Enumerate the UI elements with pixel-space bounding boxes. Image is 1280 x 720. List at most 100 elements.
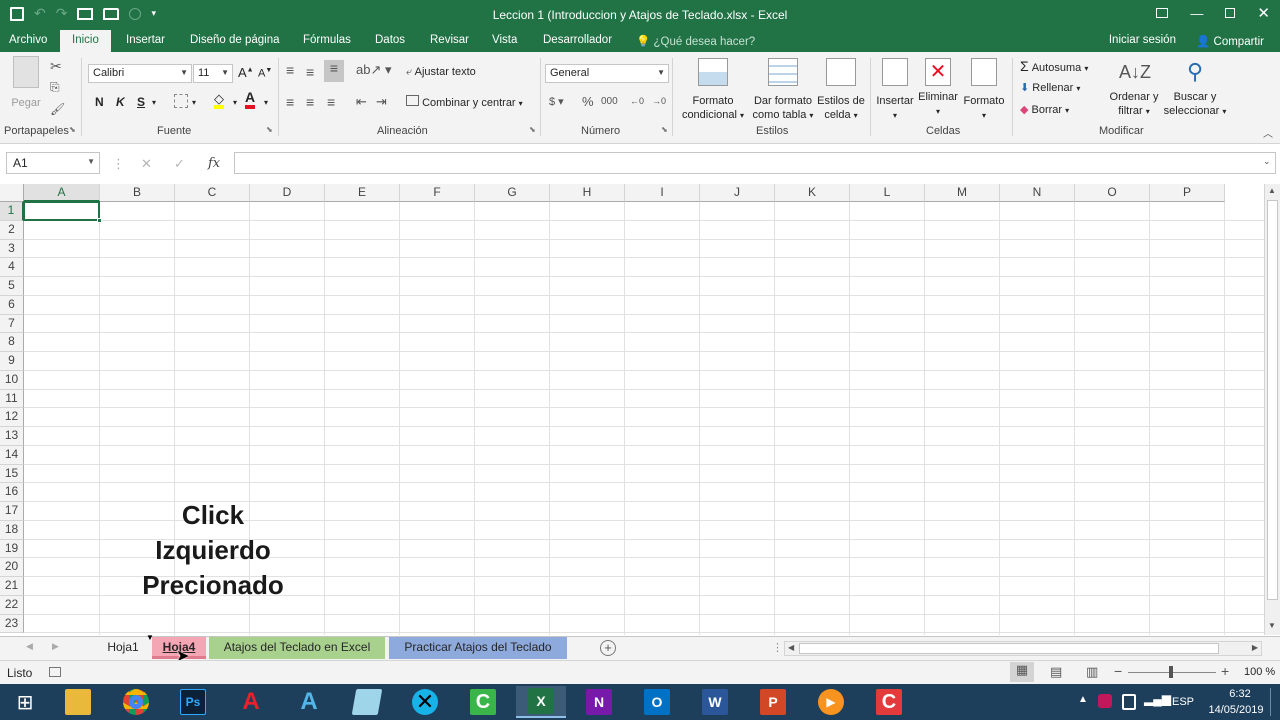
align-middle-icon[interactable]: ≡ (306, 64, 314, 80)
page-layout-view-icon[interactable]: ▤ (1050, 664, 1062, 680)
column-header-K[interactable]: K (775, 184, 850, 202)
increase-decimal-icon[interactable]: ←0 (630, 96, 644, 106)
row-header-14[interactable]: 14 (0, 445, 24, 465)
battery-icon[interactable] (1122, 694, 1136, 710)
delete-cells-button[interactable]: ✕ Eliminar ▾ (916, 58, 960, 119)
tab-formulas[interactable]: Fórmulas (303, 34, 351, 46)
vertical-scroll-thumb[interactable] (1267, 200, 1278, 600)
taskbar-chrome[interactable] (111, 686, 161, 718)
row-header-16[interactable]: 16 (0, 483, 24, 502)
column-header-H[interactable]: H (550, 184, 625, 202)
font-size-dropdown[interactable]: 11 ▼ (193, 64, 233, 83)
row-header-15[interactable]: 15 (0, 464, 24, 484)
row-header-10[interactable]: 10 (0, 370, 24, 390)
font-color-icon[interactable]: A (245, 90, 256, 109)
ribbon-display-options-icon[interactable] (1156, 8, 1169, 18)
tab-archivo[interactable]: Archivo (9, 34, 47, 46)
taskbar-kodi[interactable]: ✕ (400, 686, 450, 718)
column-header-P[interactable]: P (1150, 184, 1225, 202)
taskbar-outlook[interactable]: O (632, 686, 682, 718)
chevron-down-icon[interactable]: ▾ (192, 98, 196, 107)
fill-handle[interactable] (97, 217, 102, 223)
align-right-icon[interactable]: ≡ (327, 94, 335, 110)
sheet-tab-atajos[interactable]: Atajos del Teclado en Excel (209, 637, 385, 659)
fill-button[interactable]: ⬇ Rellenar ▾ (1020, 81, 1080, 94)
underline-button[interactable]: S (137, 95, 145, 109)
column-header-B[interactable]: B (100, 184, 175, 202)
row-header-18[interactable]: 18 (0, 520, 24, 540)
insert-function-button[interactable]: fx (208, 156, 220, 171)
macro-record-icon[interactable] (49, 667, 61, 677)
row-header-20[interactable]: 20 (0, 558, 24, 577)
scroll-left-icon[interactable]: ◀ (788, 643, 794, 652)
copy-icon[interactable]: ⎘ (50, 80, 60, 95)
scroll-down-icon[interactable]: ▼ (1268, 621, 1276, 630)
format-as-table-button[interactable]: Dar formato como tabla ▾ (748, 58, 818, 123)
zoom-in-icon[interactable]: + (1221, 663, 1229, 679)
name-box[interactable]: A1 ▼ (6, 152, 100, 174)
column-header-F[interactable]: F (400, 184, 475, 202)
chevron-down-icon[interactable]: ▾ (264, 98, 268, 107)
sheet-tab-hoja1[interactable]: Hoja1 (98, 637, 148, 659)
tray-app-icon[interactable] (1098, 694, 1112, 708)
align-center-icon[interactable]: ≡ (306, 94, 314, 110)
select-all-corner[interactable] (0, 184, 24, 202)
decrease-font-icon[interactable]: A▼ (258, 67, 272, 80)
column-header-L[interactable]: L (850, 184, 925, 202)
taskbar-excel[interactable]: X (516, 686, 566, 718)
format-cells-button[interactable]: Formato ▾ (962, 58, 1006, 123)
row-header-7[interactable]: 7 (0, 314, 24, 334)
taskbar-word[interactable]: W (690, 686, 740, 718)
sheet-tab-practicar[interactable]: Practicar Atajos del Teclado (389, 637, 567, 659)
paste-button[interactable]: Pegar (8, 56, 44, 110)
cell-styles-button[interactable]: Estilos de celda ▾ (816, 58, 866, 123)
decrease-indent-icon[interactable]: ⇤ (356, 94, 367, 110)
taskbar-camtasia[interactable]: C (458, 686, 508, 718)
italic-button[interactable]: K (116, 95, 125, 109)
row-header-13[interactable]: 13 (0, 427, 24, 446)
taskbar-camtasia-recorder[interactable]: C (864, 686, 914, 718)
action-center-icon[interactable] (1270, 688, 1273, 716)
row-header-5[interactable]: 5 (0, 277, 24, 296)
language-indicator[interactable]: ESP (1172, 696, 1194, 708)
expand-formula-bar-icon[interactable]: ⌄ (1263, 156, 1271, 167)
taskbar-file-explorer[interactable] (53, 686, 103, 718)
signin-link[interactable]: Iniciar sesión (1109, 34, 1176, 48)
tab-datos[interactable]: Datos (375, 34, 405, 46)
page-break-view-icon[interactable]: ▥ (1086, 664, 1098, 680)
number-format-dropdown[interactable]: General ▼ (545, 64, 669, 83)
formula-input[interactable] (234, 152, 1276, 174)
conditional-format-button[interactable]: Formato condicional ▾ (678, 58, 748, 123)
sheet-next-icon[interactable]: ▶ (52, 641, 59, 652)
tab-inicio[interactable]: Inicio (60, 30, 111, 53)
decrease-decimal-icon[interactable]: →0 (652, 96, 666, 106)
collapse-ribbon-icon[interactable]: ︿ (1263, 125, 1273, 140)
scroll-up-icon[interactable]: ▲ (1268, 186, 1276, 195)
row-header-22[interactable]: 22 (0, 595, 24, 615)
zoom-out-icon[interactable]: − (1114, 663, 1122, 679)
increase-font-icon[interactable]: A▲ (238, 65, 254, 80)
network-icon[interactable]: ▂▄▆ (1144, 692, 1171, 706)
column-header-O[interactable]: O (1075, 184, 1150, 202)
restore-icon[interactable] (1225, 8, 1236, 18)
orientation-icon[interactable]: ab↗ ▾ (356, 62, 392, 78)
horizontal-scrollbar[interactable]: ◀ ▶ (784, 641, 1262, 656)
align-top-icon[interactable]: ≡ (286, 62, 294, 78)
sheet-prev-icon[interactable]: ◀ (26, 641, 33, 652)
row-header-3[interactable]: 3 (0, 239, 24, 259)
close-icon[interactable]: ✕ (1257, 4, 1270, 22)
tray-overflow-icon[interactable]: ▲ (1078, 694, 1088, 705)
increase-indent-icon[interactable]: ⇥ (376, 94, 387, 110)
row-header-21[interactable]: 21 (0, 577, 24, 596)
taskbar-powerpoint[interactable]: P (748, 686, 798, 718)
row-header-2[interactable]: 2 (0, 220, 24, 240)
font-name-dropdown[interactable]: Calibri ▼ (88, 64, 192, 83)
borders-icon[interactable] (174, 94, 188, 108)
zoom-slider-thumb[interactable] (1169, 666, 1173, 678)
tell-me-box[interactable]: 💡 ¿Qué desea hacer? (636, 34, 755, 48)
start-button[interactable]: ⊞ (0, 686, 50, 718)
clipboard-launcher-icon[interactable]: ⬊ (69, 125, 76, 134)
row-header-9[interactable]: 9 (0, 352, 24, 371)
wrap-text-button[interactable]: ⤶ Ajustar texto (406, 66, 476, 79)
cut-icon[interactable]: ✂ (50, 58, 62, 75)
